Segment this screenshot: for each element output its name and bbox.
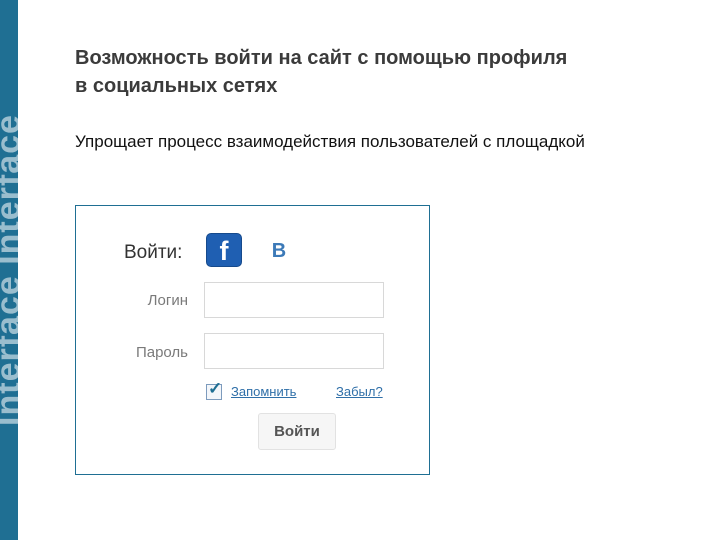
- password-label: Пароль: [135, 344, 188, 361]
- checkmark-icon: ✓: [208, 379, 223, 398]
- vk-login-button[interactable]: В: [265, 237, 293, 265]
- login-label: Логин: [147, 292, 188, 309]
- login-panel-screenshot: Войти: f В Логин Пароль ✓ Запомнить Забы…: [75, 205, 430, 475]
- vk-icon: В: [271, 239, 287, 262]
- facebook-login-button[interactable]: f: [206, 233, 242, 267]
- side-band-watermark: Interface Interface: [0, 114, 18, 426]
- login-heading: Войти:: [124, 242, 183, 263]
- remember-me-link[interactable]: Запомнить: [231, 384, 296, 399]
- slide-title-line-2: в социальных сетях: [75, 75, 278, 97]
- slide-subtitle: Упрощает процесс взаимодействия пользова…: [75, 132, 585, 151]
- slide-title-line-1: Возможность войти на сайт с помощью проф…: [75, 47, 568, 69]
- remember-checkbox[interactable]: ✓: [206, 379, 222, 400]
- side-decoration-band: Interface Interface: [0, 0, 18, 540]
- facebook-icon: f: [219, 236, 229, 266]
- login-submit-button[interactable]: Войти: [258, 413, 336, 450]
- forgot-password-link[interactable]: Забыл?: [336, 384, 383, 399]
- login-input[interactable]: [204, 282, 384, 318]
- password-input[interactable]: [204, 333, 384, 369]
- slide-title: Возможность войти на сайт с помощью проф…: [75, 44, 695, 100]
